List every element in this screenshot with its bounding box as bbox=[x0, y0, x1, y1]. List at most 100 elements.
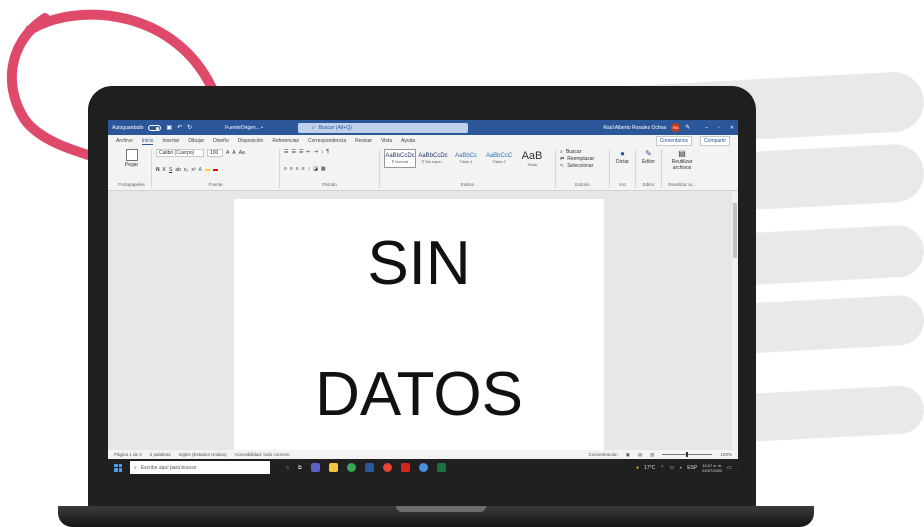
zoom-slider[interactable] bbox=[662, 452, 713, 457]
read-mode-icon[interactable]: ▣ bbox=[626, 452, 630, 458]
change-case-icon[interactable]: Aa bbox=[239, 150, 245, 156]
temperature[interactable]: 17°C bbox=[644, 465, 655, 471]
justify-icon[interactable]: ≡ bbox=[302, 166, 305, 172]
close-icon[interactable]: ✕ bbox=[730, 125, 734, 131]
style-normal[interactable]: AaBbCcDc ¶ Normal bbox=[384, 149, 416, 168]
style-heading-2[interactable]: AaBbCcC Título 2 bbox=[483, 149, 515, 168]
zoom-slider-thumb[interactable] bbox=[686, 452, 689, 457]
share-button[interactable]: Compartir bbox=[700, 136, 730, 146]
teams-chat-icon[interactable] bbox=[310, 463, 320, 472]
pilcrow-icon[interactable]: ¶ bbox=[326, 149, 329, 155]
tab-archivo[interactable]: Archivo bbox=[116, 138, 133, 144]
tray-chevron-icon[interactable]: ⌃ bbox=[660, 465, 664, 471]
language-indicator[interactable]: ESP bbox=[687, 465, 697, 471]
autosave-toggle[interactable] bbox=[148, 124, 162, 131]
font-name-select[interactable]: Calibri (Cuerpo) bbox=[156, 149, 204, 157]
italic-icon[interactable]: K bbox=[163, 167, 166, 173]
excel-icon[interactable] bbox=[436, 463, 446, 472]
word-count[interactable]: 2 palabras bbox=[150, 452, 171, 457]
vertical-scrollbar[interactable] bbox=[732, 191, 738, 450]
pen-icon[interactable]: ✎ bbox=[685, 124, 690, 131]
strikethrough-icon[interactable]: ab bbox=[175, 167, 181, 173]
align-right-icon[interactable]: ≡ bbox=[296, 166, 299, 172]
tab-referencias[interactable]: Referencias bbox=[272, 138, 299, 144]
maximize-icon[interactable]: ▫ bbox=[718, 125, 720, 131]
redo-icon[interactable]: ↻ bbox=[187, 124, 192, 131]
subscript-icon[interactable]: x₂ bbox=[184, 167, 188, 173]
bold-icon[interactable]: N bbox=[156, 167, 160, 173]
document-page[interactable]: SIN DATOS bbox=[234, 199, 604, 459]
text-effects-icon[interactable]: A bbox=[199, 167, 202, 173]
tab-disposicion[interactable]: Disposición bbox=[238, 138, 264, 144]
increase-indent-icon[interactable]: ⇥ bbox=[314, 149, 318, 155]
align-left-icon[interactable]: ≡ bbox=[284, 166, 287, 172]
page-count[interactable]: Página 1 de 2 bbox=[114, 452, 142, 457]
cortana-icon[interactable]: ○ bbox=[286, 465, 289, 471]
numbering-icon[interactable]: ☰ bbox=[291, 149, 295, 155]
weather-icon[interactable]: ● bbox=[636, 465, 639, 471]
search-box[interactable]: ⌕ Buscar (Alt+Q) bbox=[298, 122, 469, 133]
tab-vista[interactable]: Vista bbox=[381, 138, 392, 144]
acrobat-icon[interactable] bbox=[400, 463, 410, 472]
borders-icon[interactable]: ▦ bbox=[321, 166, 326, 172]
windows-start-icon[interactable] bbox=[114, 463, 122, 472]
line-spacing-icon[interactable]: ↕ bbox=[308, 166, 311, 172]
avatar[interactable]: RA bbox=[671, 123, 681, 132]
superscript-icon[interactable]: x² bbox=[191, 167, 195, 173]
network-icon[interactable]: ▭ bbox=[669, 465, 674, 471]
tab-diseno[interactable]: Diseño bbox=[213, 138, 229, 144]
sort-icon[interactable]: ↕ bbox=[321, 149, 324, 155]
align-center-icon[interactable]: ≡ bbox=[290, 166, 293, 172]
font-size-select[interactable]: 100 bbox=[207, 149, 223, 157]
file-explorer-icon[interactable] bbox=[328, 463, 338, 472]
style-title[interactable]: AaB Título bbox=[516, 149, 548, 168]
style-no-spacing[interactable]: AaBbCcDc ¶ Sin espa... bbox=[417, 149, 449, 168]
print-layout-icon[interactable]: ▤ bbox=[638, 452, 642, 458]
language-status[interactable]: Inglés (Estados Unidos) bbox=[179, 452, 227, 457]
style-heading-1[interactable]: AaBbCc Título 1 bbox=[450, 149, 482, 168]
tab-dibujar[interactable]: Dibujar bbox=[188, 138, 204, 144]
scrollbar-thumb[interactable] bbox=[733, 203, 737, 258]
word-app-icon[interactable] bbox=[364, 463, 374, 472]
shrink-font-icon[interactable]: A bbox=[232, 150, 235, 156]
reuse-files-button[interactable]: ▤ Reutilizar archivos bbox=[666, 149, 698, 171]
select-button[interactable]: ↖ Seleccionar bbox=[560, 163, 605, 169]
grow-font-icon[interactable]: A bbox=[226, 150, 229, 156]
multilevel-icon[interactable]: ☰ bbox=[299, 149, 303, 155]
taskbar-search[interactable]: ⌕ Escribe aquí para buscar bbox=[130, 461, 270, 474]
volume-icon[interactable]: ◖ bbox=[679, 465, 682, 471]
user-name[interactable]: Raúl Alberto Rosales Ochoa bbox=[603, 125, 666, 131]
accessibility-status[interactable]: Accesibilidad: todo correcto bbox=[235, 452, 290, 457]
find-button[interactable]: ⌕ Buscar bbox=[560, 149, 605, 155]
tab-correspondencia[interactable]: Correspondencia bbox=[308, 138, 346, 144]
tab-revisar[interactable]: Revisar bbox=[355, 138, 372, 144]
dictate-button[interactable]: ● Dictar bbox=[614, 149, 631, 165]
save-icon[interactable]: ▣ bbox=[166, 124, 172, 131]
focus-button[interactable]: Concentración bbox=[589, 452, 618, 457]
paste-icon[interactable] bbox=[125, 149, 138, 161]
tab-insertar[interactable]: Insertar bbox=[162, 138, 179, 144]
browser-icon[interactable] bbox=[418, 463, 428, 472]
underline-icon[interactable]: S bbox=[169, 167, 172, 173]
undo-icon[interactable]: ↶ bbox=[177, 124, 182, 131]
tab-ayuda[interactable]: Ayuda bbox=[401, 138, 415, 144]
tab-inicio[interactable]: Inicio bbox=[141, 138, 154, 145]
editor-button[interactable]: ✎ Editor bbox=[640, 149, 657, 165]
chrome-icon[interactable] bbox=[346, 463, 356, 472]
chrome-icon-2[interactable] bbox=[382, 463, 392, 472]
clock[interactable]: 10:07 a. m. 22/07/2022 bbox=[702, 463, 722, 473]
minimize-icon[interactable]: – bbox=[705, 125, 708, 131]
highlight-icon[interactable] bbox=[204, 167, 210, 173]
comments-button[interactable]: Comentarios bbox=[655, 136, 693, 146]
web-layout-icon[interactable]: ▥ bbox=[650, 452, 654, 458]
bullets-icon[interactable]: ☰ bbox=[284, 149, 288, 155]
shading-icon[interactable]: ◪ bbox=[313, 166, 318, 172]
paragraph-label: Párrafo bbox=[322, 182, 337, 187]
zoom-level[interactable]: 100% bbox=[720, 452, 732, 457]
paste-button[interactable]: Pegar bbox=[125, 162, 138, 168]
replace-button[interactable]: ⇄ Reemplazar bbox=[560, 156, 605, 162]
task-view-icon[interactable]: ⧉ bbox=[298, 465, 302, 471]
decrease-indent-icon[interactable]: ⇤ bbox=[306, 149, 310, 155]
font-color-icon[interactable] bbox=[212, 167, 218, 173]
notifications-icon[interactable]: ▭ bbox=[727, 465, 732, 471]
